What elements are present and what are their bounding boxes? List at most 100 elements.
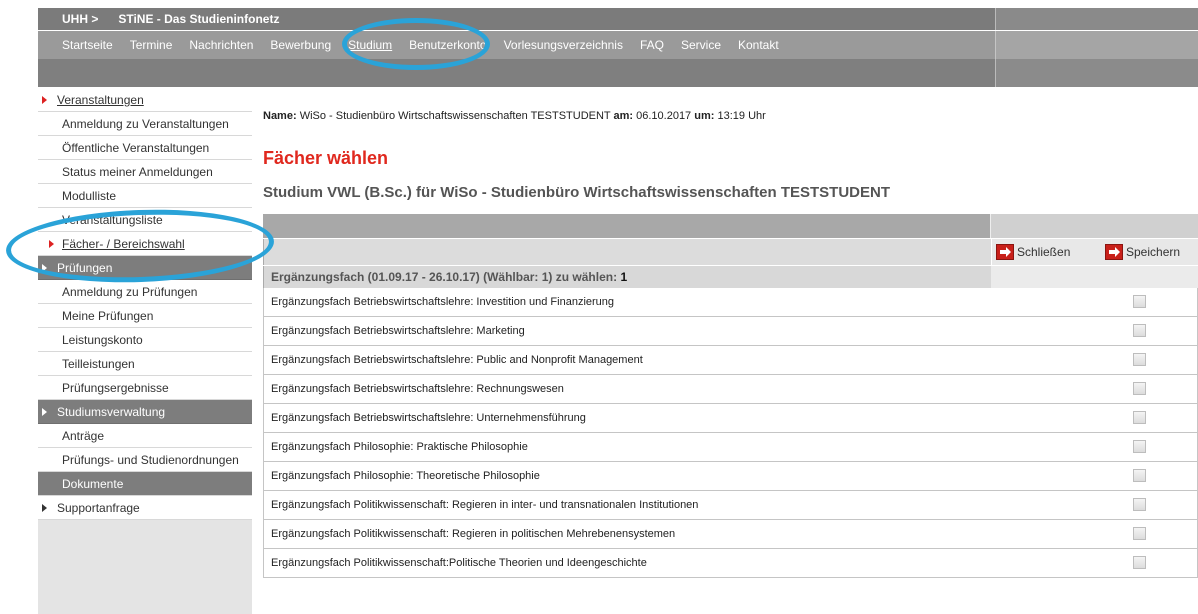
main-nav: Startseite Termine Nachrichten Bewerbung… xyxy=(62,31,796,59)
close-button[interactable]: Schließen xyxy=(996,243,1070,261)
arrow-right-icon xyxy=(42,264,47,272)
sidebar-item-label: Prüfungsergebnisse xyxy=(62,381,169,395)
table-toolbar: Schließen Speichern xyxy=(263,239,1198,265)
subject-checkbox[interactable] xyxy=(1133,353,1146,366)
sidebar-item-faecher-bereichswahl[interactable]: Fächer- / Bereichswahl xyxy=(38,232,252,256)
nav-service[interactable]: Service xyxy=(681,38,721,52)
subject-checkbox[interactable] xyxy=(1133,498,1146,511)
sidebar-item-supportanfrage[interactable]: Supportanfrage xyxy=(38,496,252,520)
table-row: Ergänzungsfach Betriebswirtschaftslehre:… xyxy=(263,404,1198,433)
subject-label: Ergänzungsfach Philosophie: Theoretische… xyxy=(271,470,540,482)
subject-label: Ergänzungsfach Betriebswirtschaftslehre:… xyxy=(271,412,586,424)
sidebar-item-modulliste[interactable]: Modulliste xyxy=(38,184,252,208)
nav-vorlesungsverzeichnis[interactable]: Vorlesungsverzeichnis xyxy=(504,38,623,52)
table-header-right xyxy=(990,214,1198,238)
sidebar-item-label: Anträge xyxy=(62,429,105,443)
save-button[interactable]: Speichern xyxy=(1105,243,1180,261)
sidebar-item-veranstaltungen[interactable]: Veranstaltungen xyxy=(38,88,252,112)
sidebar-item-label: Supportanfrage xyxy=(57,501,140,515)
sidebar-item-pruefungen[interactable]: Prüfungen xyxy=(38,256,252,280)
uhh-home-link[interactable]: UHH > xyxy=(62,12,98,26)
sub-nav-right xyxy=(995,59,1198,87)
group-header-row: Ergänzungsfach (01.09.17 - 26.10.17) (Wä… xyxy=(263,266,1198,288)
date-value: 06.10.2017 xyxy=(636,110,692,122)
arrow-right-icon xyxy=(49,240,54,248)
subject-checkbox[interactable] xyxy=(1133,440,1146,453)
sidebar-item-anmeldung-veranstaltungen[interactable]: Anmeldung zu Veranstaltungen xyxy=(38,112,252,136)
time-label: um: xyxy=(694,110,715,122)
sidebar-item-pruefungsergebnisse[interactable]: Prüfungsergebnisse xyxy=(38,376,252,400)
nav-benutzerkonto[interactable]: Benutzerkonto xyxy=(409,38,486,52)
nav-termine[interactable]: Termine xyxy=(130,38,173,52)
subject-label: Ergänzungsfach Politikwissenschaft:Polit… xyxy=(271,557,647,569)
site-title[interactable]: STiNE - Das Studieninfonetz xyxy=(118,12,279,26)
sidebar-item-label: Teilleistungen xyxy=(62,357,135,371)
close-button-label: Schließen xyxy=(1017,245,1071,259)
row-checkbox-cell xyxy=(991,549,1197,577)
sidebar-item-leistungskonto[interactable]: Leistungskonto xyxy=(38,328,252,352)
sidebar-item-meine-pruefungen[interactable]: Meine Prüfungen xyxy=(38,304,252,328)
group-count: 1 xyxy=(620,270,628,284)
subject-label: Ergänzungsfach Betriebswirtschaftslehre:… xyxy=(271,354,643,366)
sub-nav-bar xyxy=(38,59,1198,87)
sidebar-item-label: Anmeldung zu Veranstaltungen xyxy=(62,117,229,131)
sidebar-item-oeffentliche-veranstaltungen[interactable]: Öffentliche Veranstaltungen xyxy=(38,136,252,160)
nav-kontakt[interactable]: Kontakt xyxy=(738,38,779,52)
row-checkbox-cell xyxy=(991,433,1197,461)
group-label-text: Ergänzungsfach (01.09.17 - 26.10.17) (Wä… xyxy=(271,270,618,284)
arrow-right-icon xyxy=(996,244,1014,260)
arrow-right-icon xyxy=(42,504,47,512)
subject-checkbox[interactable] xyxy=(1133,469,1146,482)
sidebar-item-label: Meine Prüfungen xyxy=(62,309,154,323)
row-checkbox-cell xyxy=(991,346,1197,374)
sidebar-item-label: Prüfungen xyxy=(57,261,113,275)
table-row: Ergänzungsfach Betriebswirtschaftslehre:… xyxy=(263,375,1198,404)
sidebar-item-anmeldung-pruefungen[interactable]: Anmeldung zu Prüfungen xyxy=(38,280,252,304)
table-row: Ergänzungsfach Politikwissenschaft: Regi… xyxy=(263,520,1198,549)
sidebar-item-status-anmeldungen[interactable]: Status meiner Anmeldungen xyxy=(38,160,252,184)
subject-checkbox[interactable] xyxy=(1133,556,1146,569)
sidebar-item-label: Veranstaltungen xyxy=(57,93,144,107)
table-row: Ergänzungsfach Politikwissenschaft:Polit… xyxy=(263,549,1198,578)
sidebar-item-veranstaltungsliste[interactable]: Veranstaltungsliste xyxy=(38,208,252,232)
sidebar: Veranstaltungen Anmeldung zu Veranstaltu… xyxy=(38,88,252,614)
sidebar-item-label: Fächer- / Bereichswahl xyxy=(62,237,185,251)
sidebar-item-pruefungs-studienordnungen[interactable]: Prüfungs- und Studienordnungen xyxy=(38,448,252,472)
table-header-bar xyxy=(263,214,1198,238)
table-row: Ergänzungsfach Philosophie: Praktische P… xyxy=(263,433,1198,462)
nav-bar-right xyxy=(995,31,1198,59)
time-value: 13:19 Uhr xyxy=(717,110,766,122)
sidebar-item-label: Öffentliche Veranstaltungen xyxy=(62,141,210,155)
sidebar-item-teilleistungen[interactable]: Teilleistungen xyxy=(38,352,252,376)
row-checkbox-cell xyxy=(991,462,1197,490)
subject-checkbox[interactable] xyxy=(1133,527,1146,540)
subject-label: Ergänzungsfach Betriebswirtschaftslehre:… xyxy=(271,325,525,337)
table-row: Ergänzungsfach Philosophie: Theoretische… xyxy=(263,462,1198,491)
nav-faq[interactable]: FAQ xyxy=(640,38,664,52)
name-value: WiSo - Studienbüro Wirtschaftswissenscha… xyxy=(299,110,611,122)
subject-checkbox[interactable] xyxy=(1133,295,1146,308)
arrow-right-icon xyxy=(42,408,47,416)
save-button-label: Speichern xyxy=(1126,245,1181,259)
arrow-right-icon xyxy=(42,96,47,104)
sidebar-item-antraege[interactable]: Anträge xyxy=(38,424,252,448)
row-checkbox-cell xyxy=(991,404,1197,432)
table-row: Ergänzungsfach Politikwissenschaft: Regi… xyxy=(263,491,1198,520)
nav-nachrichten[interactable]: Nachrichten xyxy=(189,38,253,52)
sidebar-item-dokumente[interactable]: Dokumente xyxy=(38,472,252,496)
group-label: Ergänzungsfach (01.09.17 - 26.10.17) (Wä… xyxy=(271,270,627,284)
sidebar-item-studiumsverwaltung[interactable]: Studiumsverwaltung xyxy=(38,400,252,424)
table-row: Ergänzungsfach Betriebswirtschaftslehre:… xyxy=(263,317,1198,346)
main-nav-bar: Startseite Termine Nachrichten Bewerbung… xyxy=(38,31,1198,59)
subject-checkbox[interactable] xyxy=(1133,382,1146,395)
nav-bewerbung[interactable]: Bewerbung xyxy=(270,38,331,52)
nav-studium[interactable]: Studium xyxy=(348,38,392,52)
subject-label: Ergänzungsfach Betriebswirtschaftslehre:… xyxy=(271,296,615,308)
group-header-right xyxy=(991,266,1198,288)
subject-checkbox[interactable] xyxy=(1133,324,1146,337)
row-checkbox-cell xyxy=(991,288,1197,316)
subject-checkbox[interactable] xyxy=(1133,411,1146,424)
sidebar-item-label: Leistungskonto xyxy=(62,333,143,347)
nav-startseite[interactable]: Startseite xyxy=(62,38,113,52)
row-checkbox-cell xyxy=(991,520,1197,548)
